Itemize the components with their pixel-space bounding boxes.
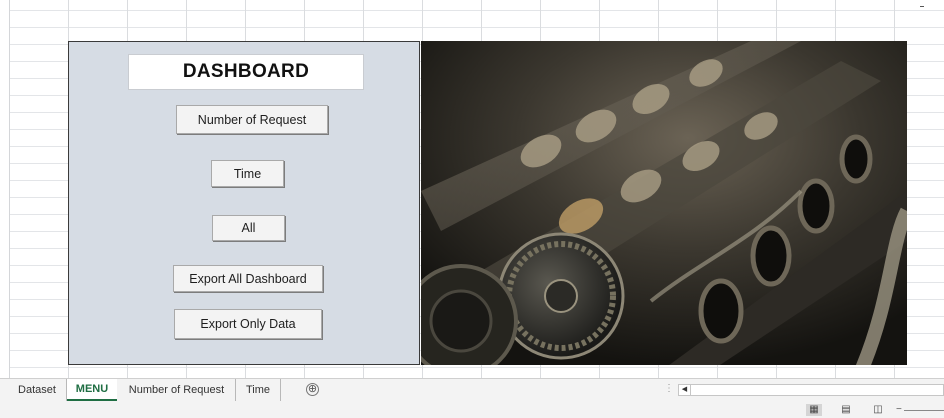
add-sheet-icon[interactable]: ⊕: [306, 383, 319, 396]
page-layout-view-icon[interactable]: ▤: [838, 404, 854, 416]
time-button[interactable]: Time: [211, 160, 284, 187]
horizontal-scrollbar[interactable]: ◀: [678, 384, 944, 396]
status-bar: ▦ ▤ ◫ −: [0, 402, 944, 418]
number-of-request-button[interactable]: Number of Request: [176, 105, 328, 134]
all-button[interactable]: All: [212, 215, 285, 241]
engine-photo: [421, 41, 907, 365]
export-all-dashboard-button[interactable]: Export All Dashboard: [173, 265, 323, 292]
sheet-tab-time[interactable]: Time: [236, 379, 281, 401]
page-break-view-icon[interactable]: ◫: [870, 404, 886, 416]
normal-view-icon[interactable]: ▦: [806, 404, 822, 416]
sheet-tab-bar: Dataset MENU Number of Request Time ⊕ ⋮ …: [0, 378, 944, 402]
zoom-out-icon[interactable]: −: [896, 404, 902, 415]
splitter-handle-icon[interactable]: ⋮: [664, 383, 674, 394]
zoom-slider[interactable]: [904, 410, 944, 411]
sheet-tab-menu[interactable]: MENU: [67, 379, 117, 401]
sheet-tab-dataset[interactable]: Dataset: [8, 379, 67, 401]
sheet-tab-number-of-request[interactable]: Number of Request: [118, 379, 236, 401]
row-header-column: [0, 0, 10, 378]
dashboard-title: DASHBOARD: [128, 54, 364, 90]
dashboard-menu-panel: DASHBOARD Number of Request Time All Exp…: [68, 41, 420, 365]
window-control-dash: [920, 6, 924, 7]
scroll-left-icon[interactable]: ◀: [679, 385, 691, 395]
export-only-data-button[interactable]: Export Only Data: [174, 309, 322, 339]
